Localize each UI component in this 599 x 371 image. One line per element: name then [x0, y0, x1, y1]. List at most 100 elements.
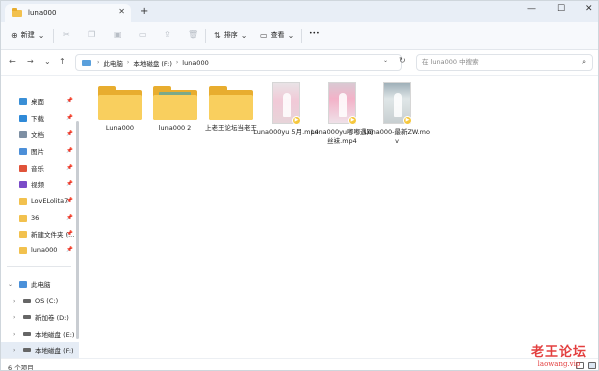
pc-icon: [82, 59, 91, 66]
video-icon: [19, 180, 27, 188]
file-list: Luna000 luna000 2 上老王论坛当老王 ▶ Luna000yu 5月.mp…: [83, 76, 598, 358]
close-tab-icon[interactable]: ✕: [118, 7, 125, 16]
video-thumbnail: ▶: [383, 82, 412, 125]
chevron-right-icon[interactable]: ›: [13, 331, 15, 338]
share-icon: ⇪: [164, 30, 171, 39]
trash-icon: 🗑: [188, 30, 199, 39]
pin-icon: 📌: [66, 98, 73, 104]
new-tab-button[interactable]: +: [140, 6, 148, 17]
sidebar-item-label: 图片: [31, 148, 44, 156]
sidebar-item[interactable]: 36 📌: [1, 210, 79, 226]
search-icon: ⌕: [582, 58, 586, 66]
copy-button[interactable]: ❐: [88, 30, 95, 39]
sidebar-item[interactable]: 音乐 📌: [1, 160, 79, 176]
tab-luna000[interactable]: luna000 ✕: [5, 4, 131, 22]
pin-icon: 📌: [66, 165, 73, 171]
sidebar-item[interactable]: 新建文件夹 (... 📌: [1, 226, 79, 242]
sidebar-item[interactable]: LovELolita7 📌: [1, 193, 79, 209]
sidebar-item[interactable]: 文档 📌: [1, 126, 79, 142]
view-label: 查看: [270, 31, 285, 39]
new-button[interactable]: ⊕ 新建 ⌄: [11, 30, 44, 40]
copy-icon: ❐: [88, 30, 96, 39]
sidebar-tree-item[interactable]: › 本地磁盘 (F:): [1, 342, 79, 358]
minimize-button[interactable]: —: [527, 4, 536, 14]
chevron-down-icon: ⌄: [240, 30, 248, 40]
back-button[interactable]: ←: [9, 57, 16, 66]
status-bar: 6 个项目: [1, 358, 598, 370]
sidebar-item-label: 下载: [31, 115, 44, 123]
recent-locations-button[interactable]: ⌄: [44, 57, 51, 66]
more-options-button[interactable]: •••: [309, 30, 320, 37]
sidebar-item-label: 视频: [31, 181, 44, 189]
cut-button[interactable]: ✂: [63, 30, 70, 39]
sidebar-item[interactable]: 桌面 📌: [1, 93, 79, 109]
folder-icon: [98, 86, 142, 120]
sidebar-scrollbar[interactable]: [76, 121, 79, 339]
sidebar-item-label: 文档: [31, 131, 44, 139]
music-icon: [19, 164, 27, 172]
sidebar-tree-label: 本地磁盘 (F:): [35, 347, 74, 355]
sidebar-tree-item[interactable]: › 本地磁盘 (E:): [1, 326, 79, 342]
sort-label: 排序: [223, 31, 238, 39]
address-dropdown-icon[interactable]: ⌄: [383, 57, 388, 64]
chevron-right-icon[interactable]: ›: [13, 298, 15, 305]
sidebar-item[interactable]: 图片 📌: [1, 143, 79, 159]
new-label: 新建: [20, 31, 35, 39]
sort-icon: ⇅: [214, 30, 221, 40]
chevron-right-icon[interactable]: ›: [13, 314, 15, 321]
breadcrumb-pc[interactable]: 此电脑: [103, 58, 123, 68]
command-bar: ⊕ 新建 ⌄ ✂ ❐ ▣ ▭ ⇪ 🗑 ⇅ 排序 ⌄ ▭ 查看 ⌄ •••: [1, 22, 598, 50]
sidebar-item-label: luna000: [31, 246, 58, 254]
sort-button[interactable]: ⇅ 排序 ⌄: [214, 30, 247, 40]
search-input[interactable]: 在 luna000 中搜索 ⌕: [416, 54, 593, 71]
plus-circle-icon: ⊕: [11, 30, 18, 40]
navigation-row: ← → ⌄ ↑ › 此电脑 › 本地磁盘 (F:) › luna000 ⌄ ↻ …: [1, 50, 598, 76]
pin-icon: 📌: [66, 215, 73, 221]
sidebar-tree-label: 新加卷 (D:): [35, 314, 69, 322]
video-thumbnail: ▶: [272, 82, 301, 125]
pin-icon: 📌: [66, 115, 73, 121]
sidebar-tree-item[interactable]: › 新加卷 (D:): [1, 309, 79, 325]
watermark-url: laowang.vip: [537, 360, 581, 368]
sidebar-tree-item[interactable]: ⌄ 此电脑: [1, 276, 79, 292]
up-button[interactable]: ↑: [59, 57, 66, 66]
watermark: 老王论坛 laowang.vip: [531, 341, 587, 368]
paste-button[interactable]: ▣: [114, 30, 122, 39]
sidebar-item-label: 音乐: [31, 165, 44, 173]
folder-icon: [19, 197, 27, 205]
sidebar-tree-label: OS (C:): [35, 297, 59, 305]
delete-button[interactable]: 🗑: [188, 30, 198, 39]
folder-icon: [153, 86, 197, 120]
sidebar-item[interactable]: 视频 📌: [1, 176, 79, 192]
breadcrumb-drive-f[interactable]: 本地磁盘 (F:): [133, 58, 172, 68]
refresh-button[interactable]: ↻: [399, 56, 406, 65]
sidebar-item[interactable]: luna000 📌: [1, 242, 79, 258]
pin-icon: 📌: [66, 231, 73, 237]
share-button[interactable]: ⇪: [164, 30, 171, 39]
breadcrumb-luna000[interactable]: luna000: [182, 59, 208, 67]
chevron-down-icon[interactable]: ⌄: [8, 281, 13, 288]
tab-label: luna000: [28, 9, 57, 17]
pin-icon: 📌: [66, 198, 73, 204]
sidebar-item-label: 36: [31, 214, 40, 222]
sidebar-divider: [7, 266, 71, 267]
close-window-button[interactable]: ✕: [585, 4, 593, 14]
forward-button[interactable]: →: [27, 57, 34, 66]
sidebar-tree-label: 此电脑: [31, 281, 51, 289]
sidebar-item[interactable]: 下载 📌: [1, 110, 79, 126]
scissors-icon: ✂: [63, 30, 70, 39]
address-bar[interactable]: › 此电脑 › 本地磁盘 (F:) › luna000: [75, 54, 402, 71]
title-bar: luna000 ✕ + — ☐ ✕: [1, 1, 598, 22]
maximize-button[interactable]: ☐: [557, 4, 565, 14]
tiles-view-icon[interactable]: [588, 362, 596, 369]
chevron-down-icon: ⌄: [287, 30, 295, 40]
view-button[interactable]: ▭ 查看 ⌄: [260, 30, 294, 40]
rename-icon: ▭: [139, 30, 147, 39]
folder-icon: [12, 7, 22, 17]
chevron-right-icon[interactable]: ›: [13, 347, 15, 354]
sidebar-tree-item[interactable]: › OS (C:): [1, 293, 79, 309]
play-badge-icon: ▶: [348, 116, 357, 125]
rename-button[interactable]: ▭: [139, 30, 147, 39]
pictures-icon: [19, 147, 27, 155]
video-file-item[interactable]: ▶ Luna000-最新ZW.mov: [364, 82, 430, 146]
